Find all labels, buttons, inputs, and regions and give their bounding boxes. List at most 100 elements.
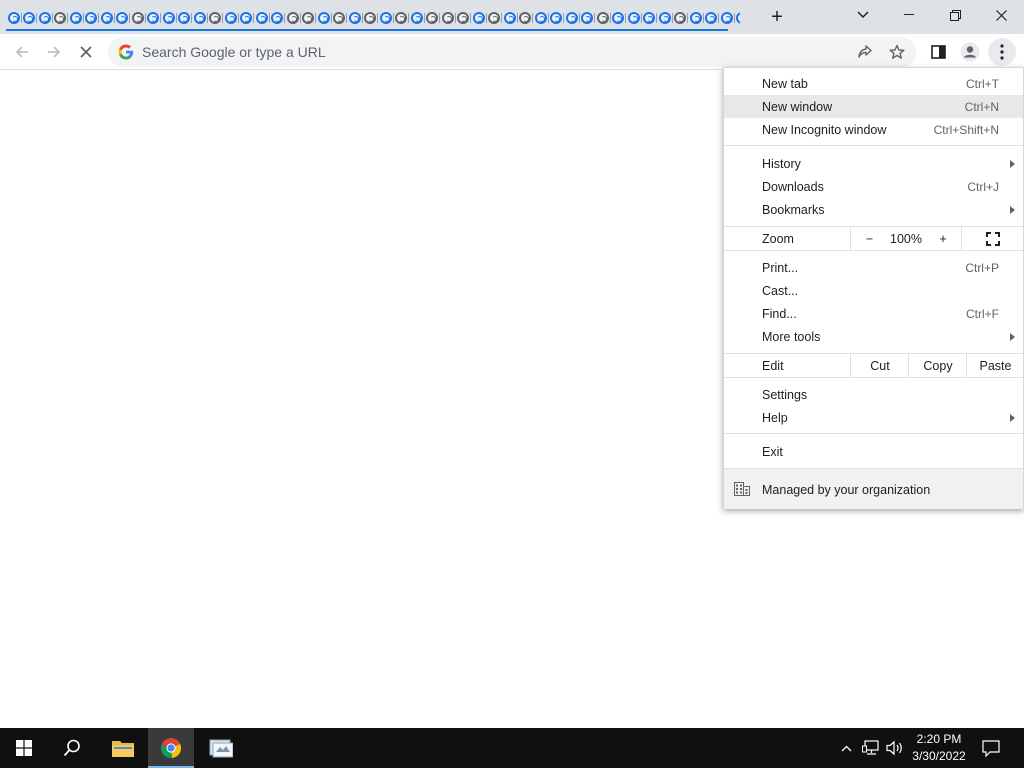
menu-item-settings[interactable]: Settings	[724, 383, 1023, 406]
windows-taskbar: 2:20 PM 3/30/2022	[0, 728, 1024, 768]
browser-tab[interactable]	[595, 7, 611, 29]
taskbar-chrome[interactable]	[148, 728, 194, 768]
menu-item-managed-by-org[interactable]: Managed by your organization	[724, 468, 1023, 509]
taskbar-search-button[interactable]	[48, 728, 96, 768]
browser-tab[interactable]	[53, 7, 68, 29]
browser-tab[interactable]	[626, 7, 642, 29]
browser-tab[interactable]	[409, 7, 425, 29]
browser-tab[interactable]	[84, 7, 99, 29]
browser-tab[interactable]	[130, 7, 146, 29]
browser-tab[interactable]	[735, 7, 740, 29]
network-button[interactable]	[860, 728, 882, 768]
cut-button[interactable]: Cut	[850, 354, 909, 378]
tab-favicon-icon	[612, 12, 625, 24]
browser-tab[interactable]	[332, 7, 347, 29]
browser-tab[interactable]	[688, 7, 704, 29]
new-tab-button[interactable]: +	[764, 5, 790, 29]
zoom-in-button[interactable]: +	[924, 227, 962, 251]
volume-button[interactable]	[884, 728, 906, 768]
browser-tab[interactable]	[611, 7, 626, 29]
browser-tab[interactable]	[440, 7, 456, 29]
browser-tab[interactable]	[316, 7, 332, 29]
omnibox[interactable]	[108, 37, 916, 67]
action-center-button[interactable]	[976, 728, 1006, 768]
minimize-button[interactable]	[886, 0, 932, 30]
close-window-button[interactable]	[978, 0, 1024, 30]
browser-tab[interactable]	[99, 7, 115, 29]
browser-tab[interactable]	[533, 7, 549, 29]
browser-tab[interactable]	[580, 7, 595, 29]
tab-search-button[interactable]	[840, 0, 886, 30]
browser-tab[interactable]	[347, 7, 363, 29]
tab-favicon-icon	[736, 12, 740, 24]
browser-tab[interactable]	[471, 7, 487, 29]
menu-item-bookmarks[interactable]: Bookmarks	[724, 198, 1023, 221]
browser-tab[interactable]	[487, 7, 502, 29]
browser-tab[interactable]	[642, 7, 657, 29]
tab-favicon-icon	[100, 12, 113, 24]
browser-tab[interactable]	[223, 7, 239, 29]
copy-button[interactable]: Copy	[908, 354, 967, 378]
browser-tab[interactable]	[192, 7, 208, 29]
bookmark-star-button[interactable]	[884, 40, 910, 64]
profile-button[interactable]	[956, 38, 984, 66]
browser-tab[interactable]	[37, 7, 53, 29]
menu-item-new-tab[interactable]: New tab Ctrl+T	[724, 72, 1023, 95]
menu-item-find[interactable]: Find... Ctrl+F	[724, 302, 1023, 325]
stop-loading-button[interactable]	[72, 38, 100, 66]
browser-tab[interactable]	[161, 7, 177, 29]
browser-tab[interactable]	[704, 7, 719, 29]
browser-tab[interactable]	[146, 7, 161, 29]
menu-item-exit[interactable]: Exit	[724, 440, 1023, 463]
show-hidden-icons-button[interactable]	[836, 728, 856, 768]
browser-tab[interactable]	[301, 7, 316, 29]
browser-tab[interactable]	[254, 7, 270, 29]
forward-button[interactable]	[40, 38, 68, 66]
back-button[interactable]	[8, 38, 36, 66]
menu-item-downloads[interactable]: Downloads Ctrl+J	[724, 175, 1023, 198]
browser-tab[interactable]	[394, 7, 409, 29]
browser-tab[interactable]	[270, 7, 285, 29]
browser-tab[interactable]	[456, 7, 471, 29]
browser-tab[interactable]	[22, 7, 37, 29]
browser-tab[interactable]	[549, 7, 564, 29]
zoom-out-button[interactable]: −	[850, 227, 888, 251]
fullscreen-button[interactable]	[961, 227, 1024, 251]
folder-icon	[112, 741, 134, 757]
taskbar-app[interactable]	[198, 728, 244, 768]
menu-item-more-tools[interactable]: More tools	[724, 325, 1023, 348]
browser-tab[interactable]	[68, 7, 84, 29]
browser-tab[interactable]	[564, 7, 580, 29]
share-button[interactable]	[852, 40, 878, 64]
start-button[interactable]	[0, 728, 48, 768]
taskbar-file-explorer[interactable]	[100, 728, 146, 768]
browser-tab[interactable]	[115, 7, 130, 29]
menu-item-help[interactable]: Help	[724, 406, 1023, 429]
browser-tab[interactable]	[518, 7, 533, 29]
notification-icon	[982, 739, 1000, 757]
browser-tab[interactable]	[363, 7, 378, 29]
tab-favicon-icon	[705, 12, 718, 24]
omnibox-input[interactable]	[142, 42, 842, 62]
browser-tab[interactable]	[719, 7, 735, 29]
menu-item-history[interactable]: History	[724, 152, 1023, 175]
browser-tab[interactable]	[657, 7, 673, 29]
browser-tab[interactable]	[208, 7, 223, 29]
chrome-menu-button[interactable]	[988, 38, 1016, 66]
browser-tab[interactable]	[502, 7, 518, 29]
menu-item-new-incognito-window[interactable]: New Incognito window Ctrl+Shift+N	[724, 118, 1023, 141]
browser-tab[interactable]	[425, 7, 440, 29]
menu-item-new-window[interactable]: New window Ctrl+N	[724, 95, 1023, 118]
browser-tab[interactable]	[378, 7, 394, 29]
browser-tab[interactable]	[285, 7, 301, 29]
paste-button[interactable]: Paste	[966, 354, 1024, 378]
browser-tab[interactable]	[239, 7, 254, 29]
side-panel-button[interactable]	[924, 38, 952, 66]
restore-button[interactable]	[932, 0, 978, 30]
browser-tab[interactable]	[673, 7, 688, 29]
browser-tab[interactable]	[177, 7, 192, 29]
menu-item-print[interactable]: Print... Ctrl+P	[724, 256, 1023, 279]
browser-tab[interactable]	[6, 7, 22, 29]
taskbar-clock[interactable]: 2:20 PM 3/30/2022	[906, 731, 972, 765]
menu-item-cast[interactable]: Cast...	[724, 279, 1023, 302]
